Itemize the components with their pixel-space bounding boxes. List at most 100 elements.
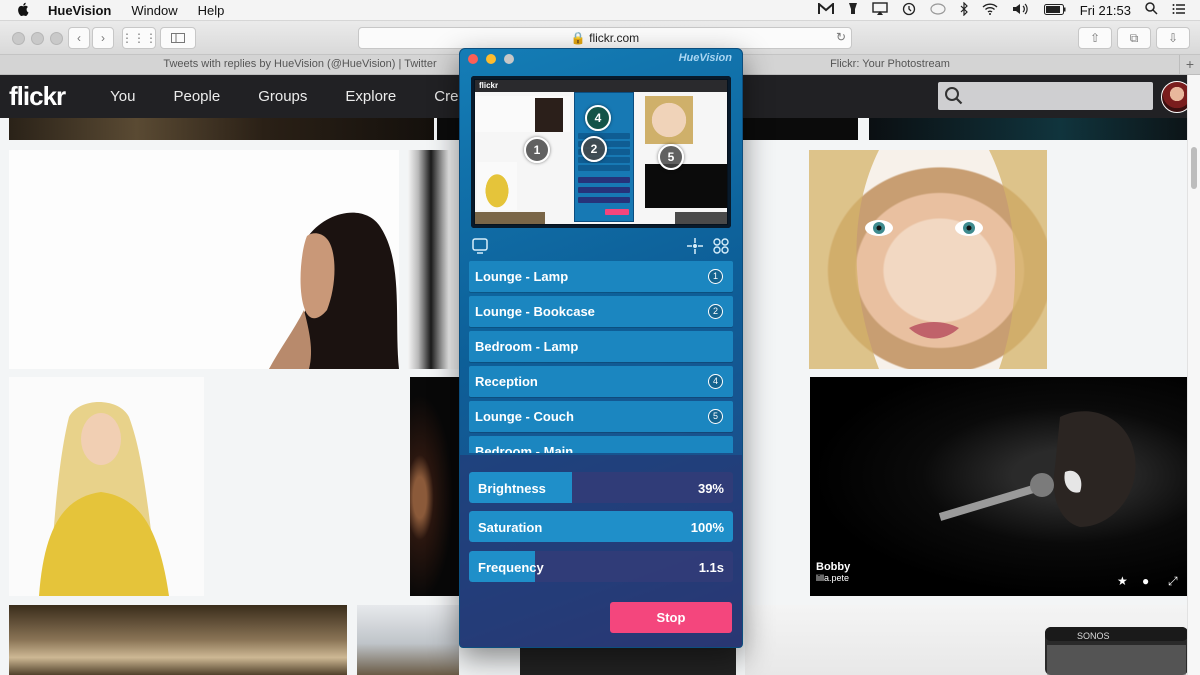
preview-photo — [477, 162, 517, 210]
light-marker-5[interactable]: 5 — [658, 144, 684, 170]
scrollbar-thumb[interactable] — [1191, 147, 1197, 189]
volume-icon[interactable] — [1012, 3, 1030, 18]
menu-help[interactable]: Help — [198, 3, 225, 18]
photo-title[interactable]: Bobby — [816, 561, 850, 573]
back-button[interactable]: ‹ — [68, 27, 90, 49]
photo[interactable] — [357, 605, 459, 675]
share-button[interactable]: ⇧ — [1078, 27, 1112, 49]
photo[interactable] — [9, 605, 347, 675]
light-row[interactable]: Reception 4 — [469, 366, 733, 397]
nav-you[interactable]: You — [110, 88, 135, 105]
top-sites-button[interactable]: ⋮⋮⋮ — [121, 27, 157, 49]
slider-label: Frequency — [478, 560, 544, 575]
light-marker-2[interactable]: 2 — [581, 136, 607, 162]
nav-people[interactable]: People — [173, 88, 220, 105]
photo[interactable] — [9, 118, 434, 140]
preview-photo — [535, 98, 563, 132]
photo[interactable] — [810, 377, 1188, 596]
photo[interactable] — [9, 377, 204, 596]
slider-value: 1.1s — [698, 560, 724, 575]
zoom-window-button[interactable] — [504, 54, 514, 64]
tabs-overview-button[interactable]: ⧉ — [1117, 27, 1151, 49]
brightness-slider[interactable]: Brightness 39% — [469, 472, 733, 503]
time-machine-icon[interactable] — [902, 2, 916, 19]
expand-icon[interactable]: ⤢ — [1168, 574, 1178, 589]
preview-photo — [645, 96, 693, 144]
light-name: Bedroom - Main — [475, 444, 574, 453]
address-bar[interactable]: 🔒 flickr.com — [358, 27, 852, 49]
screen-preview[interactable]: flickr 1 2 4 5 — [471, 76, 731, 228]
display-icon[interactable] — [471, 237, 489, 255]
photo[interactable]: SONOS — [745, 605, 1188, 675]
menu-bar: HueVision Window Help Fri 21:53 — [0, 0, 1200, 21]
grid-icon[interactable] — [712, 237, 730, 255]
light-row[interactable]: Lounge - Lamp 1 — [469, 261, 733, 292]
close-window-button[interactable] — [468, 54, 478, 64]
huevision-titlebar[interactable]: HueVision — [460, 49, 742, 69]
flickr-logo[interactable]: flickr — [9, 81, 66, 112]
light-marker-4[interactable]: 4 — [585, 105, 611, 131]
notification-icon[interactable] — [1172, 3, 1186, 18]
photo[interactable] — [520, 645, 736, 675]
huevision-title: HueVision — [678, 52, 732, 64]
light-row[interactable]: Bedroom - Lamp — [469, 331, 733, 362]
light-badge: 2 — [708, 304, 723, 319]
light-row[interactable]: Bedroom - Main — [469, 436, 733, 453]
chat-icon[interactable] — [930, 2, 946, 18]
light-name: Lounge - Bookcase — [475, 304, 595, 319]
nav-groups[interactable]: Groups — [258, 88, 307, 105]
crosshair-icon[interactable] — [686, 237, 704, 255]
light-list[interactable]: Lounge - Lamp 1 Lounge - Bookcase 2 Bedr… — [469, 261, 733, 453]
close-window-button[interactable] — [12, 32, 25, 45]
photo[interactable] — [809, 150, 1047, 369]
slider-label: Brightness — [478, 481, 546, 496]
photo[interactable] — [408, 150, 459, 369]
light-row[interactable]: Lounge - Bookcase 2 — [469, 296, 733, 327]
huevision-toolbar — [460, 234, 742, 258]
photo[interactable] — [869, 118, 1188, 140]
nav-explore[interactable]: Explore — [345, 88, 396, 105]
bluetooth-icon[interactable] — [960, 1, 968, 19]
light-badge: 4 — [708, 374, 723, 389]
frequency-slider[interactable]: Frequency 1.1s — [469, 551, 733, 582]
saturation-slider[interactable]: Saturation 100% — [469, 511, 733, 542]
preview-screenshot: flickr 1 2 4 5 — [475, 80, 727, 224]
spotlight-icon[interactable] — [1145, 2, 1158, 18]
lamp-icon[interactable] — [848, 2, 858, 19]
minimize-window-button[interactable] — [486, 54, 496, 64]
light-name: Lounge - Lamp — [475, 269, 569, 284]
light-marker-1[interactable]: 1 — [524, 137, 550, 163]
light-row[interactable]: Lounge - Couch 5 — [469, 401, 733, 432]
menubar-clock[interactable]: Fri 21:53 — [1080, 3, 1131, 18]
svg-text:SONOS: SONOS — [1077, 631, 1110, 641]
sidebar-button[interactable] — [160, 27, 196, 49]
zoom-window-button[interactable] — [50, 32, 63, 45]
slider-value: 39% — [697, 481, 724, 496]
search-input[interactable] — [938, 82, 1153, 110]
light-badge: 5 — [708, 409, 723, 424]
comment-icon[interactable]: ● — [1142, 574, 1149, 588]
photo[interactable] — [9, 150, 399, 369]
photo-author[interactable]: lilla.pete — [816, 573, 850, 583]
stop-button[interactable]: Stop — [610, 602, 732, 633]
downloads-button[interactable]: ⇩ — [1156, 27, 1190, 49]
star-icon[interactable]: ★ — [1117, 574, 1128, 588]
forward-button[interactable]: › — [92, 27, 114, 49]
apple-icon[interactable] — [16, 2, 30, 19]
menu-app-name[interactable]: HueVision — [48, 3, 111, 18]
menu-window[interactable]: Window — [131, 3, 177, 18]
airplay-icon[interactable] — [871, 2, 888, 18]
preview-photo — [645, 164, 727, 208]
minimize-window-button[interactable] — [31, 32, 44, 45]
avatar[interactable] — [1161, 81, 1188, 113]
battery-icon[interactable] — [1043, 3, 1066, 18]
photo[interactable] — [410, 377, 459, 596]
preview-photo — [675, 212, 727, 224]
gmail-icon[interactable] — [817, 1, 834, 18]
preview-navbar: flickr — [475, 80, 727, 92]
new-tab-button[interactable]: + — [1179, 55, 1200, 74]
reload-icon[interactable]: ↻ — [834, 27, 848, 47]
wifi-icon[interactable] — [982, 2, 998, 18]
scrollbar[interactable] — [1187, 75, 1200, 675]
light-name: Lounge - Couch — [475, 409, 574, 424]
